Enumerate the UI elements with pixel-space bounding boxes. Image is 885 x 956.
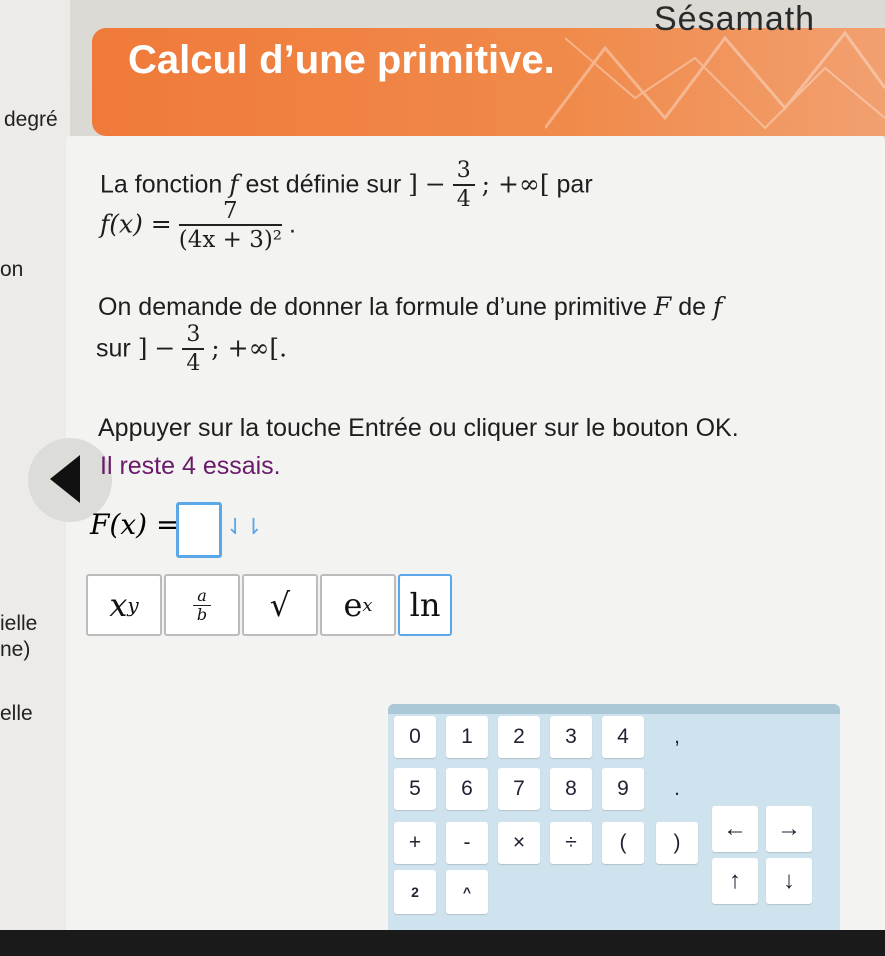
fraction-button[interactable]: a b <box>164 574 240 636</box>
exp-base: e <box>343 586 363 624</box>
answer-label: F(x) = <box>90 508 180 541</box>
formula-fraction: 7 (4x + 3)² <box>178 198 283 254</box>
sqrt-icon: √ <box>269 586 291 624</box>
function-name: f <box>229 169 239 199</box>
interval-numerator: 3 <box>452 158 475 186</box>
ln-button[interactable]: ln <box>398 574 452 636</box>
side-fragment-on: on <box>0 258 24 281</box>
power-base: x <box>109 586 128 624</box>
key-row3-5[interactable]: ) <box>656 822 698 864</box>
interval-fraction-2: 3 4 <box>182 322 205 378</box>
side-fragment-elle: elle <box>0 702 33 725</box>
demand-sur: sur <box>96 334 131 363</box>
interval-open: ] <box>408 169 418 199</box>
exp-button[interactable]: ex <box>320 574 396 636</box>
key-row4-0[interactable]: 2 <box>394 870 436 914</box>
sesamath-logo: Sésamath <box>654 0 816 38</box>
interval-rest: ; +∞[ <box>481 169 550 199</box>
sqrt-button[interactable]: √ <box>242 574 318 636</box>
tries-remaining: Il reste 4 essais. <box>100 452 281 480</box>
right-arrow-key[interactable]: → <box>766 806 812 852</box>
intro-prefix: La fonction <box>100 170 223 199</box>
header-pattern <box>545 30 885 130</box>
demand-line: On demande de donner la formule d’une pr… <box>98 292 722 322</box>
interval-minus: − <box>424 169 446 199</box>
page-title: Calcul d’une primitive. <box>128 38 555 82</box>
side-fragment-degre: degré <box>4 108 58 131</box>
interval-minus-2: − <box>154 333 176 363</box>
answer-input[interactable] <box>176 502 222 558</box>
key-row3-1[interactable]: - <box>446 822 488 864</box>
down-arrow-key[interactable]: ↓ <box>766 858 812 904</box>
fraction-button-num: a <box>193 586 211 606</box>
interval-open-2: ] <box>137 333 148 363</box>
formula-end: . <box>288 210 296 239</box>
ln-label: ln <box>409 586 441 624</box>
intro-middle: est définie sur <box>245 170 402 199</box>
key-row2-3[interactable]: 8 <box>550 768 592 810</box>
demand-text: On demande de donner la formule d’une pr… <box>98 293 647 321</box>
formula-lhs: f(x) = <box>100 209 172 239</box>
screen-bottom-edge <box>0 930 885 956</box>
power-button[interactable]: xy <box>86 574 162 636</box>
interval-rest-2: ; +∞[. <box>211 333 288 363</box>
interval-denominator: 4 <box>456 187 471 212</box>
key-row1-2[interactable]: 2 <box>498 716 540 758</box>
fraction-button-den: b <box>196 604 208 624</box>
key-row2-4[interactable]: 9 <box>602 768 644 810</box>
exp-exponent: x <box>362 594 373 616</box>
power-exponent: y <box>127 593 139 617</box>
demand-interval-line: sur ] − 3 4 ; +∞[. <box>96 322 287 378</box>
key-row2-0[interactable]: 5 <box>394 768 436 810</box>
key-row1-5[interactable]: , <box>656 716 698 758</box>
key-row2-5[interactable]: . <box>656 768 698 810</box>
key-row2-1[interactable]: 6 <box>446 768 488 810</box>
fraction-button-glyph: a b <box>193 586 211 624</box>
instruction-text: Appuyer sur la touche Entrée ou cliquer … <box>98 414 739 442</box>
side-fragment-ne: ne) <box>0 638 31 661</box>
primitive-name: F <box>653 292 672 321</box>
key-row1-4[interactable]: 4 <box>602 716 644 758</box>
formula-numerator: 7 <box>178 198 283 226</box>
left-arrow-key[interactable]: ← <box>712 806 758 852</box>
interval-numerator-2: 3 <box>182 322 205 350</box>
key-row3-3[interactable]: ÷ <box>550 822 592 864</box>
key-row4-1[interactable]: ^ <box>446 870 488 914</box>
formula-line: f(x) = 7 (4x + 3)² . <box>100 198 296 254</box>
intro-suffix: par <box>556 170 593 199</box>
key-row1-1[interactable]: 1 <box>446 716 488 758</box>
function-name-2: f <box>712 292 723 321</box>
key-row3-4[interactable]: ( <box>602 822 644 864</box>
key-row1-3[interactable]: 3 <box>550 716 592 758</box>
demand-de: de <box>678 293 707 321</box>
key-row2-2[interactable]: 7 <box>498 768 540 810</box>
answer-arrows-icon: ⇃⇂ <box>226 514 263 539</box>
interval-fraction: 3 4 <box>452 158 475 214</box>
formula-denominator: (4x + 3)² <box>178 227 283 253</box>
key-row1-0[interactable]: 0 <box>394 716 436 758</box>
side-fragment-ielle: ielle <box>0 612 38 635</box>
up-arrow-key[interactable]: ↑ <box>712 858 758 904</box>
key-row3-0[interactable]: + <box>394 822 436 864</box>
interval-denominator-2: 4 <box>186 351 201 376</box>
key-row3-2[interactable]: × <box>498 822 540 864</box>
back-arrow-icon <box>50 455 80 503</box>
